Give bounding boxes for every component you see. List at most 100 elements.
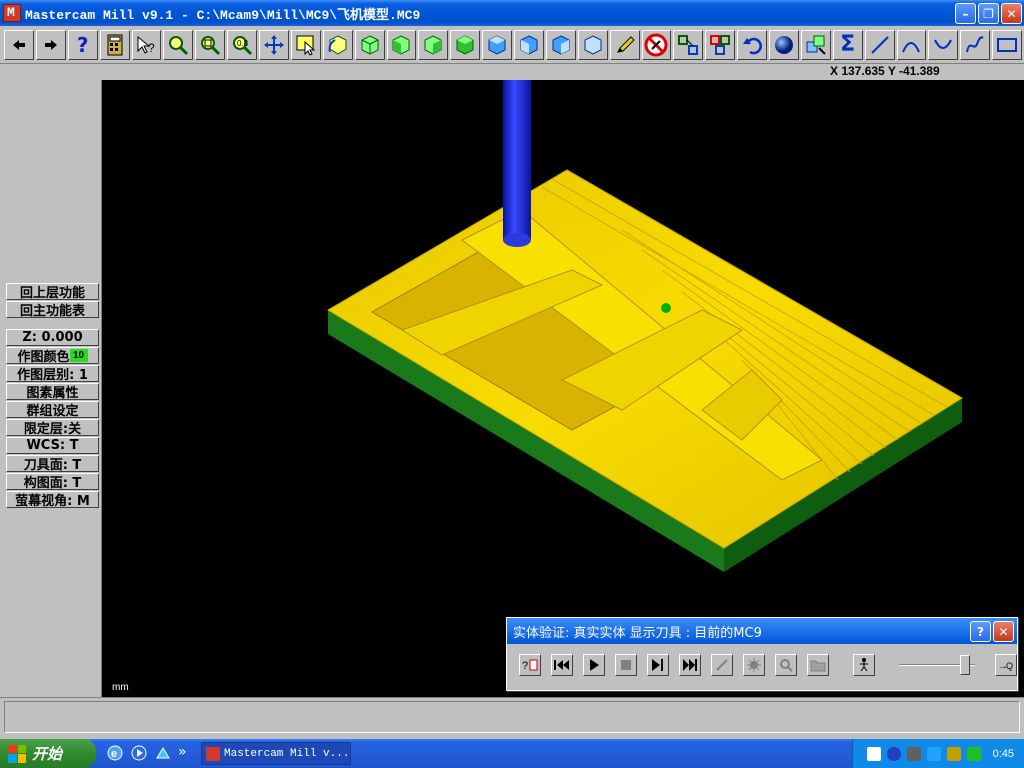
iso-view-3-icon[interactable] bbox=[418, 29, 449, 60]
iso-view-2-icon[interactable] bbox=[386, 29, 417, 60]
camera-icon[interactable] bbox=[906, 746, 921, 761]
prompt-line bbox=[4, 701, 1020, 733]
delete-icon[interactable] bbox=[641, 29, 672, 60]
start-label: 开始 bbox=[32, 745, 63, 763]
mask-level-button[interactable]: 限定层:关 bbox=[6, 419, 99, 436]
shaded-view-1-icon[interactable] bbox=[482, 29, 512, 60]
construction-plane-button[interactable]: 构图面: T bbox=[6, 473, 99, 490]
transform-2-icon[interactable] bbox=[705, 29, 736, 60]
line-icon[interactable] bbox=[864, 29, 895, 60]
arrow-right-icon[interactable] bbox=[35, 29, 66, 60]
arrow-left-icon[interactable] bbox=[4, 29, 34, 60]
rotate-view-icon[interactable] bbox=[322, 29, 353, 60]
main-menu-button[interactable]: 回主功能表 bbox=[6, 301, 99, 318]
shaded-view-4-icon[interactable] bbox=[577, 29, 608, 60]
svg-text:?: ? bbox=[148, 41, 155, 55]
window-title: Mastercam Mill v9.1 - C:\Mcam9\Mill\MC9\… bbox=[25, 7, 421, 23]
rectangle-icon[interactable] bbox=[992, 29, 1022, 60]
app-icon[interactable] bbox=[3, 4, 21, 22]
title-bar[interactable]: Mastercam Mill v9.1 - C:\Mcam9\Mill\MC9\… bbox=[0, 0, 1024, 26]
help-icon[interactable]: ? bbox=[67, 29, 98, 60]
toggle-stock-icon[interactable] bbox=[743, 654, 765, 676]
cutting-tool bbox=[503, 80, 531, 240]
save-icon[interactable] bbox=[807, 654, 829, 676]
step-icon[interactable] bbox=[647, 654, 669, 676]
undo-icon[interactable] bbox=[737, 29, 767, 60]
system-tray: 0:45 bbox=[852, 739, 1024, 768]
verify-help-button[interactable]: ? bbox=[970, 621, 991, 642]
walk-icon[interactable] bbox=[853, 654, 875, 676]
pen-icon[interactable] bbox=[609, 29, 640, 60]
iso-view-4-icon[interactable] bbox=[450, 29, 481, 60]
speed-slider-thumb[interactable] bbox=[960, 655, 970, 675]
shaded-sphere-icon[interactable] bbox=[769, 29, 799, 60]
transform-1-icon[interactable] bbox=[673, 29, 704, 60]
windows-logo-icon bbox=[8, 744, 26, 763]
speed-slider[interactable] bbox=[899, 654, 975, 676]
security-icon[interactable] bbox=[966, 746, 981, 761]
svg-text:?: ? bbox=[522, 660, 528, 672]
pan-icon[interactable] bbox=[259, 29, 289, 60]
iso-view-1-icon[interactable] bbox=[354, 29, 385, 60]
verify-close-button[interactable]: ✕ bbox=[993, 621, 1014, 642]
network-icon[interactable] bbox=[926, 746, 941, 761]
group-icon[interactable] bbox=[800, 29, 831, 60]
z-depth-button[interactable]: Z: 0.000 bbox=[6, 329, 99, 346]
quicklaunch-overflow-icon[interactable]: » bbox=[178, 744, 187, 766]
arc-1-icon[interactable] bbox=[896, 29, 927, 60]
context-help-icon[interactable]: ? bbox=[131, 29, 162, 60]
unit-label: mm bbox=[112, 682, 129, 693]
media-icon[interactable] bbox=[130, 744, 148, 766]
keyboard-icon[interactable] bbox=[866, 746, 881, 761]
attributes-button[interactable]: 图素属性 bbox=[6, 383, 99, 400]
play-icon[interactable] bbox=[583, 654, 605, 676]
collapse-tray-icon[interactable] bbox=[886, 746, 901, 761]
zoom-window-icon[interactable] bbox=[163, 29, 194, 60]
taskbar-item-mastercam[interactable]: Mastercam Mill v... bbox=[201, 742, 351, 765]
close-button[interactable]: ✕ bbox=[1001, 3, 1022, 24]
color-chip: 10 bbox=[69, 349, 88, 362]
volume-icon[interactable] bbox=[946, 746, 961, 761]
verify-title-bar[interactable]: 实体验证: 真实实体 显示刀具 : 目前的MC9 ? ✕ bbox=[507, 618, 1017, 644]
tool-plane-button[interactable]: 刀具面: T bbox=[6, 455, 99, 472]
level-button[interactable]: 作图层别: 1 bbox=[6, 365, 99, 382]
clock[interactable]: 0:45 bbox=[993, 748, 1014, 760]
ie-icon[interactable]: e bbox=[106, 744, 124, 766]
shaded-view-2-icon[interactable] bbox=[514, 29, 544, 60]
task-label: Mastercam Mill v... bbox=[224, 747, 350, 760]
back-menu-button[interactable]: 回上层功能 bbox=[6, 283, 99, 300]
zoom-in-icon[interactable] bbox=[195, 29, 226, 60]
color-button[interactable]: 作图颜色 10 bbox=[6, 347, 99, 364]
restore-button[interactable]: ❐ bbox=[978, 3, 999, 24]
stop-icon[interactable] bbox=[615, 654, 637, 676]
shaded-view-3-icon[interactable] bbox=[545, 29, 576, 60]
wcs-button[interactable]: WCS: T bbox=[6, 437, 99, 454]
rewind-icon[interactable] bbox=[551, 654, 573, 676]
calculator-icon[interactable] bbox=[99, 29, 130, 60]
prompt-area bbox=[0, 697, 1024, 739]
svg-text:Q: Q bbox=[1006, 661, 1013, 671]
start-button[interactable]: 开始 bbox=[0, 739, 96, 768]
arc-2-icon[interactable] bbox=[928, 29, 959, 60]
mastercam-task-icon bbox=[206, 746, 220, 761]
zoom-icon[interactable] bbox=[775, 654, 797, 676]
speed-quality-icon[interactable]: → Q bbox=[995, 654, 1017, 676]
minimize-button[interactable]: – bbox=[955, 3, 976, 24]
verify-title: 实体验证: 真实实体 显示刀具 : 目前的MC9 bbox=[513, 625, 762, 641]
zoom-fit-icon[interactable]: 0.8 bbox=[227, 29, 257, 60]
left-menu-panel: 回上层功能 回主功能表 Z: 0.000 作图颜色 10 作图层别: 1 图素属性… bbox=[0, 80, 102, 697]
toggle-tool-icon[interactable] bbox=[711, 654, 733, 676]
desktop-icon[interactable] bbox=[154, 744, 172, 766]
main-toolbar: ? ? 0.8 Σ bbox=[0, 26, 1024, 64]
graphics-view-button[interactable]: 萤幕视角: M bbox=[6, 491, 99, 508]
sum-icon[interactable]: Σ bbox=[832, 29, 863, 60]
green-marker bbox=[661, 303, 671, 313]
fast-forward-icon[interactable] bbox=[679, 654, 701, 676]
graphics-viewport[interactable]: mm bbox=[102, 80, 1024, 697]
group-settings-button[interactable]: 群组设定 bbox=[6, 401, 99, 418]
select-icon[interactable] bbox=[290, 29, 321, 60]
spline-icon[interactable] bbox=[960, 29, 991, 60]
options-icon[interactable]: ? bbox=[519, 654, 541, 676]
color-label: 作图颜色 bbox=[17, 350, 70, 364]
verify-model bbox=[327, 80, 963, 572]
